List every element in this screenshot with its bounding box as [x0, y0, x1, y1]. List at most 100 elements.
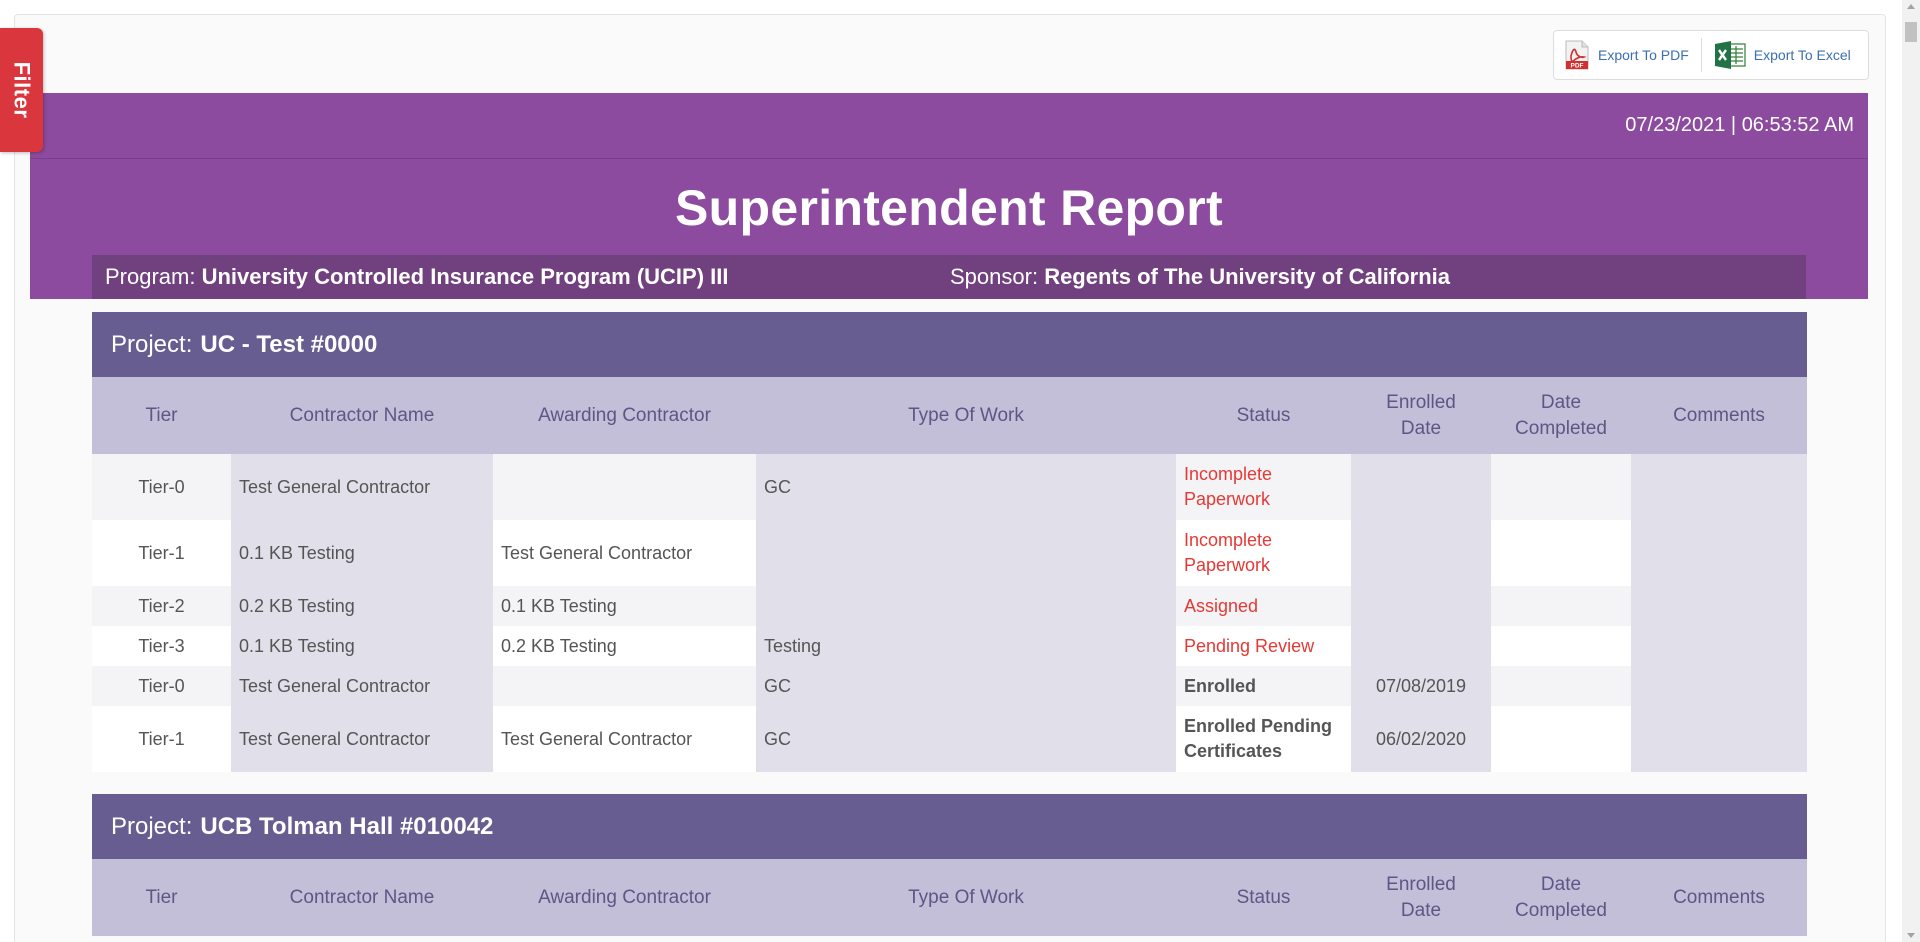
- export-excel-button[interactable]: Export To Excel: [1714, 40, 1851, 70]
- contractor-table: Tier Contractor Name Awarding Contractor…: [92, 859, 1807, 936]
- cell-contractor: 0.2 KB Testing: [231, 586, 493, 626]
- cell-enrolled: [1351, 520, 1491, 586]
- scroll-down-arrow-icon[interactable]: [1907, 933, 1915, 938]
- cell-work: Testing: [756, 626, 1176, 666]
- project-section: Project: UCB Tolman Hall #010042 Tier Co…: [92, 794, 1807, 936]
- scrollbar-thumb[interactable]: [1905, 22, 1917, 42]
- sponsor-value: Regents of The University of California: [1044, 264, 1451, 289]
- cell-status: Enrolled Pending Certificates: [1176, 706, 1351, 772]
- cell-comments: [1631, 520, 1807, 586]
- column-header[interactable]: Type Of Work: [756, 859, 1176, 936]
- cell-comments: [1631, 666, 1807, 706]
- cell-work: [756, 586, 1176, 626]
- excel-icon: [1714, 40, 1746, 70]
- table-row: Tier-1 Test General Contractor Test Genera…: [92, 706, 1807, 772]
- cell-tier: Tier-3: [92, 626, 231, 666]
- report-title: Superintendent Report: [675, 180, 1223, 236]
- cell-tier: Tier-0: [92, 666, 231, 706]
- column-header[interactable]: Enrolled Date: [1351, 377, 1491, 454]
- program-value: University Controlled Insurance Program …: [201, 264, 729, 289]
- filter-tab[interactable]: Filter: [0, 28, 43, 152]
- table-header-row: Tier Contractor Name Awarding Contractor…: [92, 859, 1807, 936]
- export-pdf-label: Export To PDF: [1598, 47, 1689, 63]
- scroll-up-arrow-icon[interactable]: [1907, 4, 1915, 9]
- column-header[interactable]: Status: [1176, 377, 1351, 454]
- cell-work: GC: [756, 454, 1176, 520]
- cell-comments: [1631, 586, 1807, 626]
- column-header[interactable]: Date Completed: [1491, 859, 1631, 936]
- column-header[interactable]: Enrolled Date: [1351, 859, 1491, 936]
- program-bar: Program: University Controlled Insurance…: [92, 255, 1806, 299]
- program-info: Program: University Controlled Insurance…: [105, 264, 729, 290]
- cell-comments: [1631, 626, 1807, 666]
- cell-contractor: 0.1 KB Testing: [231, 626, 493, 666]
- cell-enrolled: 07/08/2019: [1351, 666, 1491, 706]
- cell-tier: Tier-1: [92, 520, 231, 586]
- datetime-bar: 07/23/2021 | 06:53:52 AM: [30, 93, 1868, 159]
- table-row: Tier-0 Test General Contractor GC Incomplet…: [92, 454, 1807, 520]
- column-header[interactable]: Tier: [92, 859, 231, 936]
- cell-work: GC: [756, 666, 1176, 706]
- svg-text:PDF: PDF: [1571, 63, 1584, 70]
- cell-awarding: 0.1 KB Testing: [493, 586, 756, 626]
- cell-awarding: [493, 454, 756, 520]
- contractor-table: Tier Contractor Name Awarding Contractor…: [92, 377, 1807, 772]
- column-header[interactable]: Contractor Name: [231, 377, 493, 454]
- table-row: Tier-1 0.1 KB Testing Test General Contrac…: [92, 520, 1807, 586]
- export-separator: [1700, 38, 1702, 72]
- cell-status: Assigned: [1176, 586, 1351, 626]
- report-header: 07/23/2021 | 06:53:52 AM Superintendent …: [30, 93, 1868, 299]
- cell-enrolled: 06/02/2020: [1351, 706, 1491, 772]
- cell-tier: Tier-1: [92, 706, 231, 772]
- cell-contractor: Test General Contractor: [231, 706, 493, 772]
- column-header[interactable]: Contractor Name: [231, 859, 493, 936]
- vertical-scrollbar[interactable]: [1902, 0, 1920, 942]
- table-row: Tier-2 0.2 KB Testing 0.1 KB Testing Assign…: [92, 586, 1807, 626]
- cell-work: GC: [756, 706, 1176, 772]
- sponsor-label: Sponsor:: [950, 264, 1039, 289]
- project-name: UCB Tolman Hall #010042: [200, 812, 494, 840]
- cell-contractor: 0.1 KB Testing: [231, 520, 493, 586]
- cell-comments: [1631, 706, 1807, 772]
- cell-completed: [1491, 454, 1631, 520]
- project-label: Project:: [111, 812, 193, 840]
- program-label: Program:: [105, 264, 196, 289]
- column-header[interactable]: Type Of Work: [756, 377, 1176, 454]
- export-excel-label: Export To Excel: [1753, 47, 1851, 63]
- cell-status: Enrolled: [1176, 666, 1351, 706]
- cell-contractor: Test General Contractor: [231, 666, 493, 706]
- column-header[interactable]: Status: [1176, 859, 1351, 936]
- pdf-icon: PDF: [1564, 40, 1590, 70]
- cell-awarding: Test General Contractor: [493, 520, 756, 586]
- table-header-row: Tier Contractor Name Awarding Contractor…: [92, 377, 1807, 454]
- filter-label: Filter: [9, 61, 35, 119]
- cell-awarding: Test General Contractor: [493, 706, 756, 772]
- cell-contractor: Test General Contractor: [231, 454, 493, 520]
- cell-status: Incomplete Paperwork: [1176, 454, 1351, 520]
- cell-completed: [1491, 520, 1631, 586]
- column-header[interactable]: Comments: [1631, 377, 1807, 454]
- column-header[interactable]: Awarding Contractor: [493, 859, 756, 936]
- sponsor-info: Sponsor: Regents of The University of Ca…: [950, 264, 1450, 290]
- column-header[interactable]: Awarding Contractor: [493, 377, 756, 454]
- table-row: Tier-0 Test General Contractor GC Enrolled 0…: [92, 666, 1807, 706]
- cell-work: [756, 520, 1176, 586]
- project-title: Project: UCB Tolman Hall #010042: [92, 794, 1807, 859]
- cell-completed: [1491, 586, 1631, 626]
- column-header[interactable]: Comments: [1631, 859, 1807, 936]
- cell-status: Incomplete Paperwork: [1176, 520, 1351, 586]
- column-header[interactable]: Date Completed: [1491, 377, 1631, 454]
- cell-completed: [1491, 626, 1631, 666]
- cell-tier: Tier-0: [92, 454, 231, 520]
- project-section: Project: UC - Test #0000 Tier Contractor…: [92, 312, 1807, 772]
- cell-awarding: 0.2 KB Testing: [493, 626, 756, 666]
- cell-status: Pending Review: [1176, 626, 1351, 666]
- cell-enrolled: [1351, 626, 1491, 666]
- cell-tier: Tier-2: [92, 586, 231, 626]
- column-header[interactable]: Tier: [92, 377, 231, 454]
- project-name: UC - Test #0000: [200, 330, 378, 358]
- report-datetime: 07/23/2021 | 06:53:52 AM: [1625, 114, 1854, 136]
- cell-enrolled: [1351, 454, 1491, 520]
- cell-awarding: [493, 666, 756, 706]
- export-pdf-button[interactable]: PDF Export To PDF: [1564, 40, 1689, 70]
